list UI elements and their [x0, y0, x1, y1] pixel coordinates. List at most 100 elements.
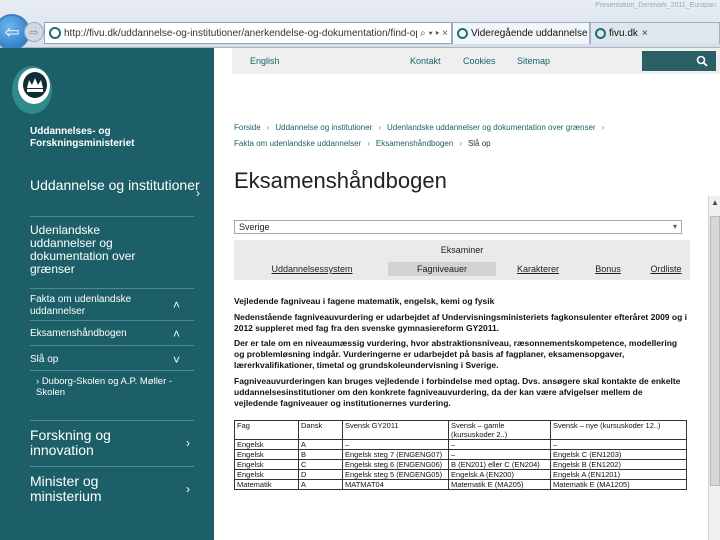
tabs-heading: Eksaminer	[440, 245, 484, 255]
tab-bonus[interactable]: Bonus	[590, 262, 626, 276]
table-cell: Matematik	[234, 479, 299, 490]
table-cell: Engelsk A (EN200)	[448, 469, 551, 480]
link-english[interactable]: English	[250, 56, 280, 66]
nav-item-exam-handbook[interactable]: Eksamenshåndbogen ˄	[30, 328, 180, 340]
breadcrumb-link[interactable]: Udenlandske uddannelser og dokumentation…	[387, 123, 596, 132]
table-cell: B	[298, 449, 343, 460]
table-cell: D	[298, 469, 343, 480]
browser-tab-2[interactable]: fivu.dk ×	[590, 22, 720, 44]
chevron-down-icon: ˅	[172, 353, 180, 367]
table-cell: Engelsk steg 5 (ENGENG05)	[342, 469, 449, 480]
breadcrumb-link[interactable]: Eksamenshåndbogen	[376, 139, 453, 148]
forward-button[interactable]: ⇨	[24, 22, 44, 42]
table-cell: Engelsk	[234, 449, 299, 460]
tab-label: fivu.dk	[609, 28, 638, 39]
table-row: Matematik A MATMAT04 Matematik E (MA205)…	[234, 479, 687, 490]
table-cell: Engelsk	[234, 459, 299, 470]
divider	[30, 288, 194, 289]
table-header-cell: Svensk – nye (kursuskoder 12..)	[550, 420, 687, 440]
table-row: Engelsk B Engelsk steg 7 (ENGENG07) – En…	[234, 449, 687, 460]
chevron-down-icon: ▾	[672, 222, 677, 231]
site-favicon-icon	[49, 27, 61, 39]
tab-favicon-icon	[457, 28, 468, 39]
tab-uddannelsessystem[interactable]: Uddannelsessystem	[264, 262, 360, 276]
nav-item-lookup[interactable]: Slå op ˅	[30, 354, 180, 366]
address-url[interactable]: http://fivu.dk/uddannelse-og-institution…	[64, 28, 417, 39]
divider	[30, 420, 194, 421]
content-paragraph: Der er tale om en niveaumæssig vurdering…	[234, 338, 678, 370]
nav-subitem-duborg[interactable]: › Duborg-Skolen og A.P. Møller -Skolen	[36, 376, 186, 398]
link-sitemap[interactable]: Sitemap	[517, 56, 550, 66]
divider	[30, 345, 194, 346]
table-cell: C	[298, 459, 343, 470]
table-cell: Engelsk steg 6 (ENGENG06)	[342, 459, 449, 470]
scroll-up-icon[interactable]: ▲	[709, 198, 720, 207]
table-cell: A	[298, 479, 343, 490]
table-cell: A	[298, 439, 343, 450]
link-contact[interactable]: Kontakt	[410, 56, 441, 66]
browser-window: Presentation_Denmark_2011_Europan ⇦ ⇨ ht…	[0, 0, 720, 540]
table-cell: Engelsk	[234, 439, 299, 450]
table-cell: –	[448, 439, 551, 450]
nav-item-facts[interactable]: Fakta om udenlandske uddannelser ˄	[30, 294, 180, 318]
nav-item-foreign-education[interactable]: Udenlandske uddannelser og dokumentation…	[30, 224, 160, 276]
tab-ordliste[interactable]: Ordliste	[646, 262, 686, 276]
content-intro: Nedenstående fagniveauvurdering er udarb…	[234, 312, 687, 333]
crown-logo-icon[interactable]	[8, 60, 54, 116]
table-cell: Matematik E (MA205)	[448, 479, 551, 490]
chevron-up-icon: ˄	[172, 327, 180, 341]
nav-item-education[interactable]: Uddannelse og institutioner ›	[30, 178, 200, 201]
table-cell: –	[448, 449, 551, 460]
exam-tabs: Eksaminer Uddannelsessystem Fagniveauer …	[234, 240, 690, 280]
content-heading: Vejledende fagniveau i fagene matematik,…	[234, 296, 495, 306]
divider	[30, 370, 194, 371]
utility-bar: English Kontakt Cookies Sitemap	[232, 48, 720, 74]
bullet-icon: ›	[36, 376, 40, 387]
breadcrumb: Forside › Uddannelse og institutioner › Uden…	[234, 123, 605, 148]
table-cell: Engelsk A (EN1201)	[550, 469, 687, 480]
breadcrumb-link[interactable]: Uddannelse og institutioner	[275, 123, 372, 132]
table-cell: Engelsk C (EN1203)	[550, 449, 687, 460]
sidebar: Uddannelses- og Forskningsministeriet Ud…	[0, 48, 214, 540]
link-cookies[interactable]: Cookies	[463, 56, 496, 66]
tab-fagniveauer[interactable]: Fagniveauer	[388, 262, 496, 276]
divider	[30, 320, 194, 321]
table-header-cell: Svensk – gamle (kursuskoder 2..)	[448, 420, 551, 440]
browser-tab-1[interactable]: Videregående uddannelse · Op... ×	[452, 22, 590, 44]
table-cell: Engelsk	[234, 469, 299, 480]
tab-karakterer[interactable]: Karakterer	[510, 262, 566, 276]
address-controls[interactable]: ⌕ ▾ ▸ ×	[417, 28, 451, 39]
breadcrumb-current: Slå op	[467, 139, 491, 148]
page-title: Eksamenshåndbogen	[234, 168, 447, 193]
table-header-cell: Svensk GY2011	[342, 420, 449, 440]
chevron-right-icon: ›	[196, 186, 200, 200]
subject-level-table: Fag Dansk Svensk GY2011 Svensk – gamle (…	[234, 420, 687, 490]
table-row: Engelsk C Engelsk steg 6 (ENGENG06) B (E…	[234, 459, 687, 470]
ministry-name: Uddannelses- og Forskningsministeriet	[30, 126, 135, 149]
breadcrumb-link[interactable]: Forside	[234, 123, 261, 132]
scrollbar-thumb[interactable]	[710, 216, 720, 486]
content-paragraph: Fagniveauvurderingen kan bruges vejleden…	[234, 376, 681, 408]
tab-label: Videregående uddannelse · Op...	[471, 28, 589, 39]
table-row: Engelsk D Engelsk steg 5 (ENGENG05) Enge…	[234, 469, 687, 480]
browser-toolbar: Presentation_Denmark_2011_Europan ⇦ ⇨ ht…	[0, 0, 720, 50]
window-title: Presentation_Denmark_2011_Europan	[595, 2, 716, 9]
table-cell: Engelsk B (EN1202)	[550, 459, 687, 470]
address-bar[interactable]: http://fivu.dk/uddannelse-og-institution…	[44, 22, 452, 44]
tab-close-icon[interactable]: ×	[642, 28, 648, 39]
table-header-cell: Fag	[234, 420, 299, 440]
breadcrumb-link[interactable]: Fakta om udenlandske uddannelser	[234, 139, 361, 148]
country-select[interactable]: Sverige ▾	[234, 220, 682, 234]
page-scrollbar[interactable]: ▲	[708, 196, 720, 540]
divider	[30, 466, 194, 467]
table-cell: Engelsk steg 7 (ENGENG07)	[342, 449, 449, 460]
tab-favicon-icon	[595, 28, 606, 39]
table-cell: Matematik E (MA1205)	[550, 479, 687, 490]
search-input[interactable]	[642, 51, 716, 71]
nav-item-minister[interactable]: Minister og ministerium ›	[30, 474, 190, 504]
nav-item-research[interactable]: Forskning og innovation ›	[30, 428, 190, 458]
search-icon[interactable]	[696, 55, 708, 67]
table-cell: –	[342, 439, 449, 450]
table-row: Engelsk A – – –	[234, 439, 687, 450]
table-cell: B (EN201) eller C (EN204)	[448, 459, 551, 470]
